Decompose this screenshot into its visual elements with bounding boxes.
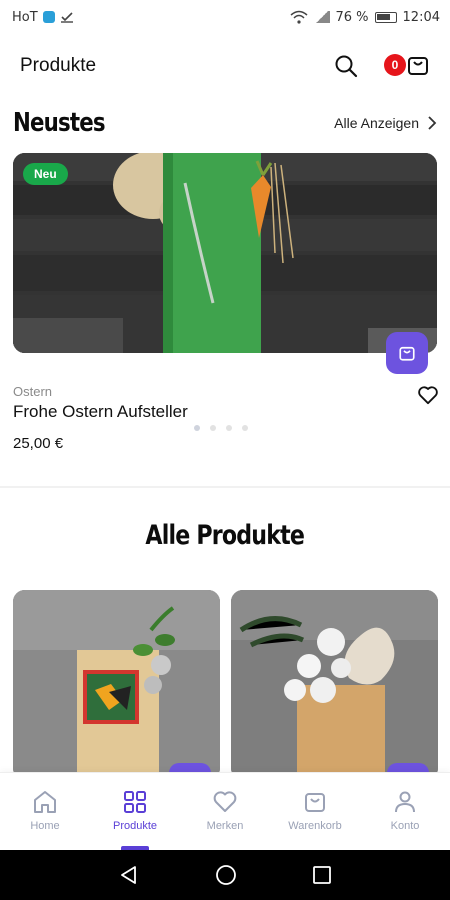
nav-label-products: Produkte xyxy=(112,820,158,832)
grid-icon xyxy=(124,791,146,813)
battery-percent: 76 % xyxy=(335,9,369,25)
shopping-bag-icon xyxy=(408,57,428,75)
product-name: Frohe Ostern Aufsteller xyxy=(13,402,188,421)
featured-product-image[interactable]: Neu xyxy=(13,153,437,353)
cart-count-badge: 0 xyxy=(384,54,406,76)
wifi-icon xyxy=(290,10,307,24)
product-photo xyxy=(13,153,437,353)
nav-item-account[interactable]: Konto xyxy=(360,773,450,850)
home-circle-icon[interactable] xyxy=(215,864,237,886)
clock: 12:04 xyxy=(402,9,440,25)
status-right: 76 % 12:04 xyxy=(290,9,440,25)
product-photo xyxy=(13,590,220,780)
nav-label-home: Home xyxy=(30,820,60,832)
all-products-title: Alle Produkte xyxy=(145,520,305,551)
nav-label-favorites: Merken xyxy=(206,820,244,832)
product-card[interactable] xyxy=(13,590,220,780)
new-badge: Neu xyxy=(23,163,68,185)
nav-item-products[interactable]: Produkte xyxy=(90,773,180,850)
carousel-dot[interactable] xyxy=(226,425,232,431)
nav-item-home[interactable]: Home xyxy=(0,773,90,850)
carousel-dot[interactable] xyxy=(242,425,248,431)
cart-button[interactable]: 0 xyxy=(384,51,430,81)
shopping-bag-icon xyxy=(305,793,325,812)
status-bar: HoT 76 % 12:04 xyxy=(0,0,450,34)
back-icon[interactable] xyxy=(118,864,140,886)
carrier-label: HoT xyxy=(12,9,38,25)
carousel-dot[interactable] xyxy=(194,425,200,431)
chevron-right-icon xyxy=(428,116,437,130)
status-left: HoT xyxy=(12,10,74,25)
heart-icon xyxy=(213,791,237,812)
add-to-cart-button[interactable] xyxy=(386,332,428,374)
signal-icon xyxy=(313,11,330,23)
product-card[interactable] xyxy=(231,590,438,780)
newest-title: Neustes xyxy=(13,108,106,138)
page-title: Produkte xyxy=(20,55,97,76)
recents-icon[interactable] xyxy=(312,865,332,885)
nav-label-account: Konto xyxy=(390,820,420,832)
nav-item-cart[interactable]: Warenkorb xyxy=(270,773,360,850)
all-products-header: Alle Produkte xyxy=(0,520,450,551)
product-price: 25,00 € xyxy=(13,435,64,452)
product-photo xyxy=(231,590,438,780)
shopping-bag-icon xyxy=(399,346,415,361)
newest-header: Neustes Alle Anzeigen xyxy=(13,108,437,138)
carousel-dot[interactable] xyxy=(210,425,216,431)
app-bar-actions: 0 xyxy=(334,51,430,81)
home-icon xyxy=(34,791,56,813)
see-all-link[interactable]: Alle Anzeigen xyxy=(334,115,437,131)
favorite-heart-icon[interactable] xyxy=(417,385,439,405)
search-icon[interactable] xyxy=(334,54,358,78)
user-icon xyxy=(395,791,415,813)
bottom-navigation: Home Produkte Merken Warenkorb Konto xyxy=(0,772,450,850)
screen: HoT 76 % 12:04 Produkte 0 Neustes Alle A… xyxy=(0,0,450,900)
see-all-label: Alle Anzeigen xyxy=(334,115,419,131)
system-navigation-bar xyxy=(0,850,450,900)
battery-icon xyxy=(374,11,397,23)
app-notification-icon xyxy=(42,11,55,23)
section-divider xyxy=(0,486,450,488)
nav-item-favorites[interactable]: Merken xyxy=(180,773,270,850)
carousel-indicator xyxy=(194,425,248,431)
featured-product-info[interactable]: Ostern Frohe Ostern Aufsteller 25,00 € xyxy=(13,384,437,452)
download-done-icon xyxy=(60,12,73,23)
nav-label-cart: Warenkorb xyxy=(288,820,342,832)
app-bar: Produkte 0 xyxy=(0,40,450,92)
product-category: Ostern xyxy=(13,384,53,399)
